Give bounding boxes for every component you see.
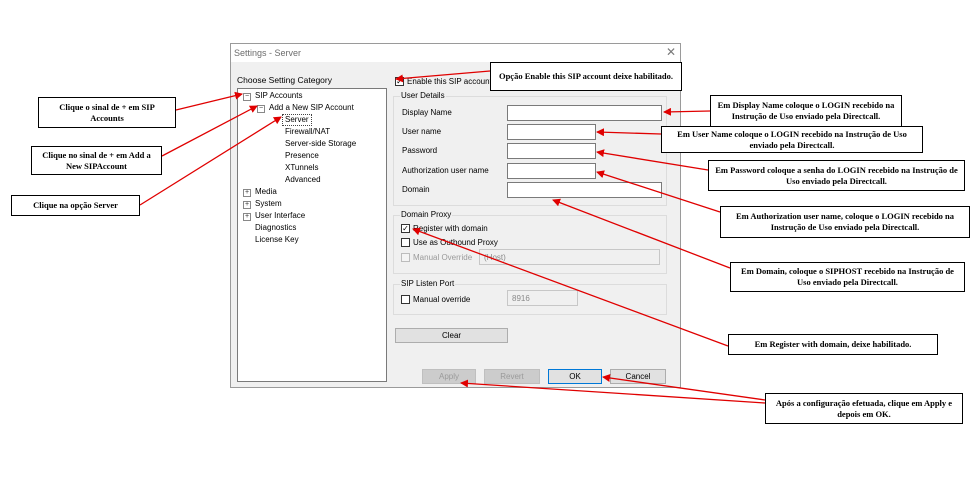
callout-enable: Opção Enable this SIP account deixe habi…	[490, 62, 682, 91]
callout-server: Clique na opção Server	[11, 195, 140, 216]
arrow-register	[412, 227, 729, 347]
arrow-add-account	[161, 105, 258, 157]
arrow-ok	[602, 374, 766, 401]
callout-add-account: Clique no sinal de + em Add a New SIPAcc…	[31, 146, 162, 175]
arrow-domain	[552, 198, 731, 269]
arrow-sip-accounts	[175, 91, 243, 111]
callout-display-name: Em Display Name coloque o LOGIN recebido…	[710, 95, 902, 127]
arrow-user-name	[596, 128, 662, 137]
callout-domain: Em Domain, coloque o SIPHOST recebido na…	[730, 262, 965, 292]
arrow-display-name	[663, 107, 711, 116]
callout-apply-ok: Após a configuração efetuada, clique em …	[765, 393, 963, 424]
callout-sip-accounts: Clique o sinal de + em SIP Accounts	[38, 97, 176, 128]
arrow-enable	[395, 70, 491, 83]
callout-auth-user: Em Authorization user name, coloque o LO…	[720, 206, 970, 238]
callout-user-name: Em User Name coloque o LOGIN recebido na…	[661, 126, 923, 153]
arrow-auth-user	[596, 170, 721, 213]
callout-password: Em Password coloque a senha do LOGIN rec…	[708, 160, 965, 191]
arrow-password	[596, 149, 709, 171]
callout-register: Em Register with domain, deixe habilitad…	[728, 334, 938, 355]
